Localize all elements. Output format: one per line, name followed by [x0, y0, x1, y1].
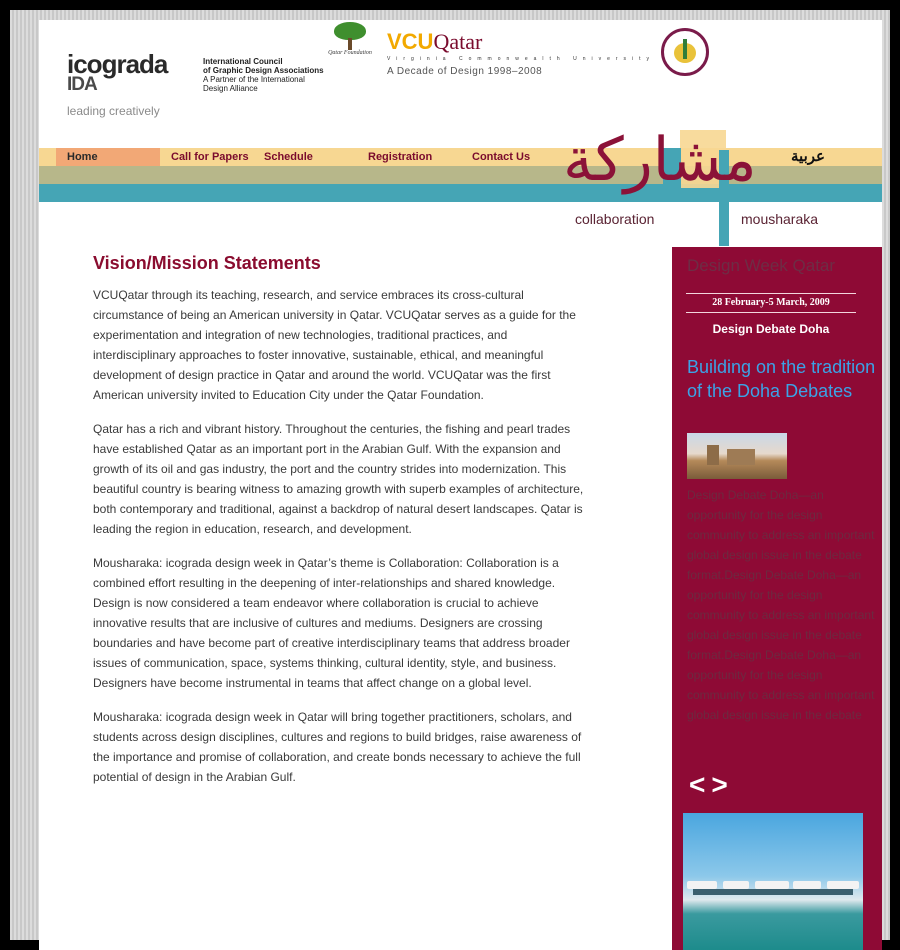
sidebar-subtitle: Design Debate Doha — [712, 322, 830, 336]
marina-photo — [683, 813, 863, 950]
divider — [686, 293, 856, 294]
vcu-decade: A Decade of Design 1998–2008 — [387, 66, 543, 77]
council-line2: of Graphic Design Associations — [203, 66, 324, 75]
mousharaka-label: mousharaka — [741, 211, 819, 227]
paragraph: Mousharaka: icograda design week in Qata… — [93, 710, 582, 784]
tree-icon — [332, 20, 368, 50]
nav-schedule[interactable]: Schedule — [264, 148, 368, 166]
nav-call-for-papers[interactable]: Call for Papers — [160, 148, 264, 166]
paragraph: VCUQatar through its teaching, research,… — [93, 288, 576, 402]
alhambra-thumbnail[interactable] — [687, 433, 787, 479]
council-line3: A Partner of the International — [203, 75, 305, 84]
page-frame: icograda IDA leading creatively Internat… — [10, 10, 890, 950]
vcu-text: VCU — [387, 29, 434, 54]
page-title: Vision/Mission Statements — [93, 253, 321, 273]
vcuqatar-title: VCUQatar — [387, 30, 655, 54]
sidebar-title: Design Week Qatar — [687, 256, 836, 275]
headline-link[interactable]: Building on the tradition of the Doha De… — [687, 355, 877, 403]
main-nav: Home Call for Papers Schedule Registrati… — [56, 148, 572, 166]
qatar-foundation-logo[interactable]: Qatar Foundation — [327, 20, 373, 56]
divider — [686, 312, 856, 313]
vcu-subtitle: Virginia Commonwealth University — [387, 56, 656, 62]
event-dates: 28 February-5 March, 2009 — [712, 297, 830, 308]
main-content: Vision/Mission Statements VCUQatar throu… — [93, 253, 588, 801]
council-line1: International Council — [203, 57, 283, 66]
page: icograda IDA leading creatively Internat… — [39, 20, 882, 950]
nav-home[interactable]: Home — [56, 148, 160, 166]
qatar-text: Qatar — [433, 29, 483, 54]
nav-registration[interactable]: Registration — [368, 148, 472, 166]
qatar-foundation-text: Qatar Foundation — [328, 50, 372, 56]
council-line4: Design Alliance — [203, 84, 258, 93]
sidebar-body: Design Debate Doha—an opportunity for th… — [687, 488, 875, 722]
icograda-tagline: leading creatively — [67, 104, 160, 118]
collaboration-label: collaboration — [575, 211, 655, 227]
sidebar: Design Week Qatar 28 February-5 March, 2… — [672, 247, 882, 950]
paragraph: Mousharaka: icograda design week in Qata… — [93, 556, 570, 690]
paragraph: Qatar has a rich and vibrant history. Th… — [93, 422, 584, 536]
slider-controls: <> — [689, 769, 734, 801]
vcuqatar-logo[interactable]: VCUQatar Virginia Commonwealth Universit… — [387, 30, 656, 78]
arabic-language-link[interactable]: عربية — [791, 147, 825, 165]
qatar-seal-icon[interactable] — [661, 28, 709, 76]
chevron-left-icon[interactable]: < — [689, 769, 711, 800]
chevron-right-icon[interactable]: > — [711, 769, 733, 800]
council-text: International Council of Graphic Design … — [203, 57, 343, 93]
icograda-logo[interactable]: icograda IDA leading creatively — [67, 49, 168, 118]
nav-contact-us[interactable]: Contact Us — [472, 148, 572, 166]
mousharaka-calligraphy: مشاركة — [563, 125, 757, 195]
icograda-title: icograda — [67, 49, 168, 79]
